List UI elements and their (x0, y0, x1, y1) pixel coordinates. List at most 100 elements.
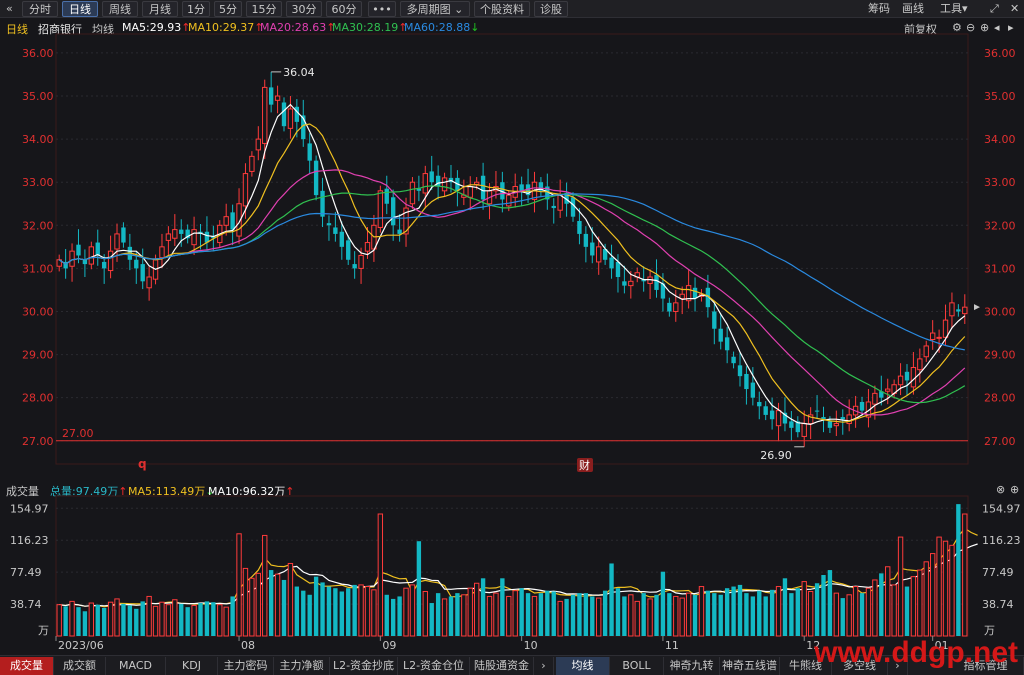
volume-bar-down (609, 563, 614, 636)
volume-bar-up (833, 592, 840, 637)
volume-bar-down (480, 578, 486, 636)
volume-bar-up (910, 576, 917, 637)
candle-body-down (281, 102, 287, 127)
price-tick-left: 35.00 (22, 90, 54, 103)
volume-ma10-line (59, 543, 978, 607)
tab-turnover[interactable]: 成交额 (54, 657, 106, 675)
tab-l2-position[interactable]: L2-资金仓位 (398, 657, 470, 675)
price-tick-right: 30.00 (984, 305, 1016, 318)
candle-body-up (833, 423, 840, 427)
tab-main-funds[interactable]: 主力密码 (218, 657, 274, 675)
tab-five-line[interactable]: 神奇五线谱 (720, 657, 780, 675)
volume-bar-up (409, 584, 416, 637)
candle-body-up (422, 173, 428, 194)
candle-body-up (936, 336, 942, 339)
candle-body-up (923, 345, 929, 358)
candle-body-down (769, 410, 775, 420)
volume-bar-up (929, 553, 936, 637)
volume-bar-down (615, 588, 621, 636)
tab-boll[interactable]: BOLL (610, 657, 664, 675)
tab-macd[interactable]: MACD (106, 657, 166, 675)
volume-bar-up (673, 595, 679, 637)
volume-bar-down (814, 583, 820, 636)
kline-chart[interactable]: 36.00 36.00 35.00 35.00 34.00 34.00 33.00 33.00… (0, 0, 1024, 675)
price-tick-left: 30.00 (22, 305, 54, 318)
tab-volume[interactable]: 成交量 (0, 657, 54, 675)
volume-bar-up (467, 587, 473, 637)
volume-tick-left: 116.23 (10, 534, 49, 547)
marker-cai: 财 (579, 458, 590, 472)
tab-ma[interactable]: 均线 (556, 657, 610, 675)
tab-more-icon[interactable]: › (534, 657, 554, 675)
volume-bar-up (422, 590, 428, 637)
volume-bar-down (827, 570, 833, 636)
candle-body-down (712, 311, 717, 329)
candle-body-up (159, 246, 165, 259)
volume-bar-down (63, 606, 68, 636)
candle-body-down (230, 212, 235, 230)
volume-bar-up (698, 586, 705, 637)
volume-bar-down (731, 586, 736, 636)
volume-bar-up (807, 590, 814, 637)
candle-body-down (763, 406, 768, 415)
tab-kdj[interactable]: KDJ (166, 657, 218, 675)
candle-body-down (346, 240, 351, 260)
volume-bar-down (448, 596, 454, 636)
volume-bar-up (596, 597, 602, 637)
candle-body-up (801, 423, 807, 437)
candle-body-up (929, 332, 936, 340)
volume-bar-up (287, 562, 294, 637)
volume-bar-up (775, 586, 782, 637)
volume-bar-up (962, 513, 968, 637)
volume-bar-down (455, 593, 460, 636)
candle-body-up (262, 86, 268, 144)
volume-bar-up (685, 592, 692, 637)
low-label: 26.90 (760, 449, 792, 462)
volume-bar-down (757, 590, 762, 636)
volume-tick-left: 154.97 (10, 502, 49, 515)
tab-l2-bottom[interactable]: L2-资金抄底 (330, 657, 398, 675)
volume-bar-up (69, 600, 75, 637)
candle-body-up (441, 177, 448, 192)
volume-bar-down (204, 601, 210, 636)
ma30-line (58, 185, 966, 404)
volume-bar-up (191, 605, 197, 637)
tab-main-net[interactable]: 主力净额 (274, 657, 330, 675)
candle-body-down (859, 401, 865, 411)
price-tick-right: 35.00 (984, 90, 1016, 103)
watermark-text: www.ddgp.net (814, 636, 1018, 669)
volume-bar-down (904, 586, 910, 636)
candle-body-down (789, 421, 794, 428)
volume-bar-down (789, 593, 794, 636)
volume-bar-down (583, 593, 589, 636)
x-label: 08 (241, 639, 255, 652)
candle-body-down (101, 261, 107, 269)
candle-body-down (904, 371, 910, 381)
volume-bar-down (724, 588, 730, 636)
volume-bar-down (429, 603, 434, 636)
candle-body-down (840, 417, 845, 420)
volume-bar-up (936, 536, 942, 637)
volume-bar-down (333, 588, 338, 636)
volume-bar-down (313, 576, 319, 636)
candle-body-down (667, 302, 672, 312)
candle-body-up (628, 280, 634, 287)
volume-bar-down (140, 601, 145, 636)
x-label: 11 (665, 639, 679, 652)
volume-bar-down (390, 598, 396, 636)
volume-bar-down (602, 590, 608, 636)
x-label: 09 (382, 639, 396, 652)
tab-nine-turn[interactable]: 神奇九转 (664, 657, 720, 675)
tab-hsgt[interactable]: 陆股通资金 (470, 657, 534, 675)
support-line-label: 27.00 (62, 427, 94, 440)
volume-bar-down (737, 584, 743, 636)
marker-q: q (138, 457, 147, 471)
volume-bar-up (801, 581, 807, 637)
volume-bar-up (159, 601, 165, 637)
volume-bar-down (654, 594, 659, 636)
volume-bar-down (525, 593, 531, 636)
candle-body-up (242, 173, 249, 207)
candle-body-down (320, 190, 325, 217)
candle-body-down (718, 328, 723, 342)
volume-bar-down (545, 590, 550, 636)
